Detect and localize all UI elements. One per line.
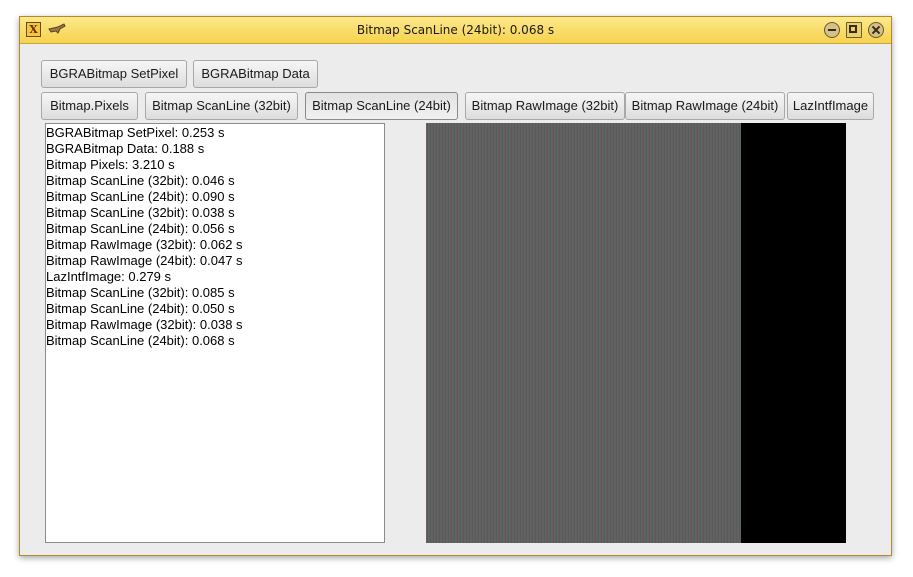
bitmap-rawimage-24bit-button[interactable]: Bitmap RawImage (24bit) [625, 92, 785, 120]
log-line: Bitmap Pixels: 3.210 s [46, 157, 175, 172]
log-line: Bitmap ScanLine (24bit): 0.050 s [46, 301, 235, 316]
log-line: Bitmap ScanLine (24bit): 0.056 s [46, 221, 235, 236]
results-log[interactable]: BGRABitmap SetPixel: 0.253 s BGRABitmap … [45, 123, 385, 543]
log-line: Bitmap ScanLine (24bit): 0.068 s [46, 333, 235, 348]
log-line: BGRABitmap Data: 0.188 s [46, 141, 205, 156]
log-line: Bitmap ScanLine (32bit): 0.085 s [46, 285, 235, 300]
lazintfimage-button[interactable]: LazIntfImage [787, 92, 874, 120]
maximize-icon[interactable] [846, 22, 862, 38]
log-line: Bitmap RawImage (24bit): 0.047 s [46, 253, 243, 268]
bitmap-preview [426, 123, 846, 543]
log-line: Bitmap ScanLine (24bit): 0.090 s [46, 189, 235, 204]
title-bar[interactable]: X Bitmap ScanLine (24bit): 0.068 s [20, 17, 891, 44]
bitmap-rawimage-32bit-button[interactable]: Bitmap RawImage (32bit) [465, 92, 625, 120]
log-line: Bitmap RawImage (32bit): 0.038 s [46, 317, 243, 332]
black-region [741, 123, 846, 543]
striped-region [426, 123, 741, 543]
log-line: Bitmap ScanLine (32bit): 0.038 s [46, 205, 235, 220]
minimize-icon[interactable] [824, 22, 840, 38]
bitmap-pixels-button[interactable]: Bitmap.Pixels [41, 92, 138, 120]
log-line: Bitmap RawImage (32bit): 0.062 s [46, 237, 243, 252]
window-title: Bitmap ScanLine (24bit): 0.068 s [356, 23, 555, 37]
log-line: LazIntfImage: 0.279 s [46, 269, 172, 284]
bgrabitmap-setpixel-button[interactable]: BGRABitmap SetPixel [41, 60, 187, 88]
app-window: X Bitmap ScanLine (24bit): 0.068 s BGRAB… [19, 16, 892, 556]
bitmap-scanline-32bit-button[interactable]: Bitmap ScanLine (32bit) [145, 92, 298, 120]
bgrabitmap-data-button[interactable]: BGRABitmap Data [193, 60, 318, 88]
log-line: BGRABitmap SetPixel: 0.253 s [46, 125, 225, 140]
bitmap-scanline-24bit-button[interactable]: Bitmap ScanLine (24bit) [305, 92, 458, 120]
close-icon[interactable] [868, 22, 884, 38]
log-line: Bitmap ScanLine (32bit): 0.046 s [46, 173, 235, 188]
